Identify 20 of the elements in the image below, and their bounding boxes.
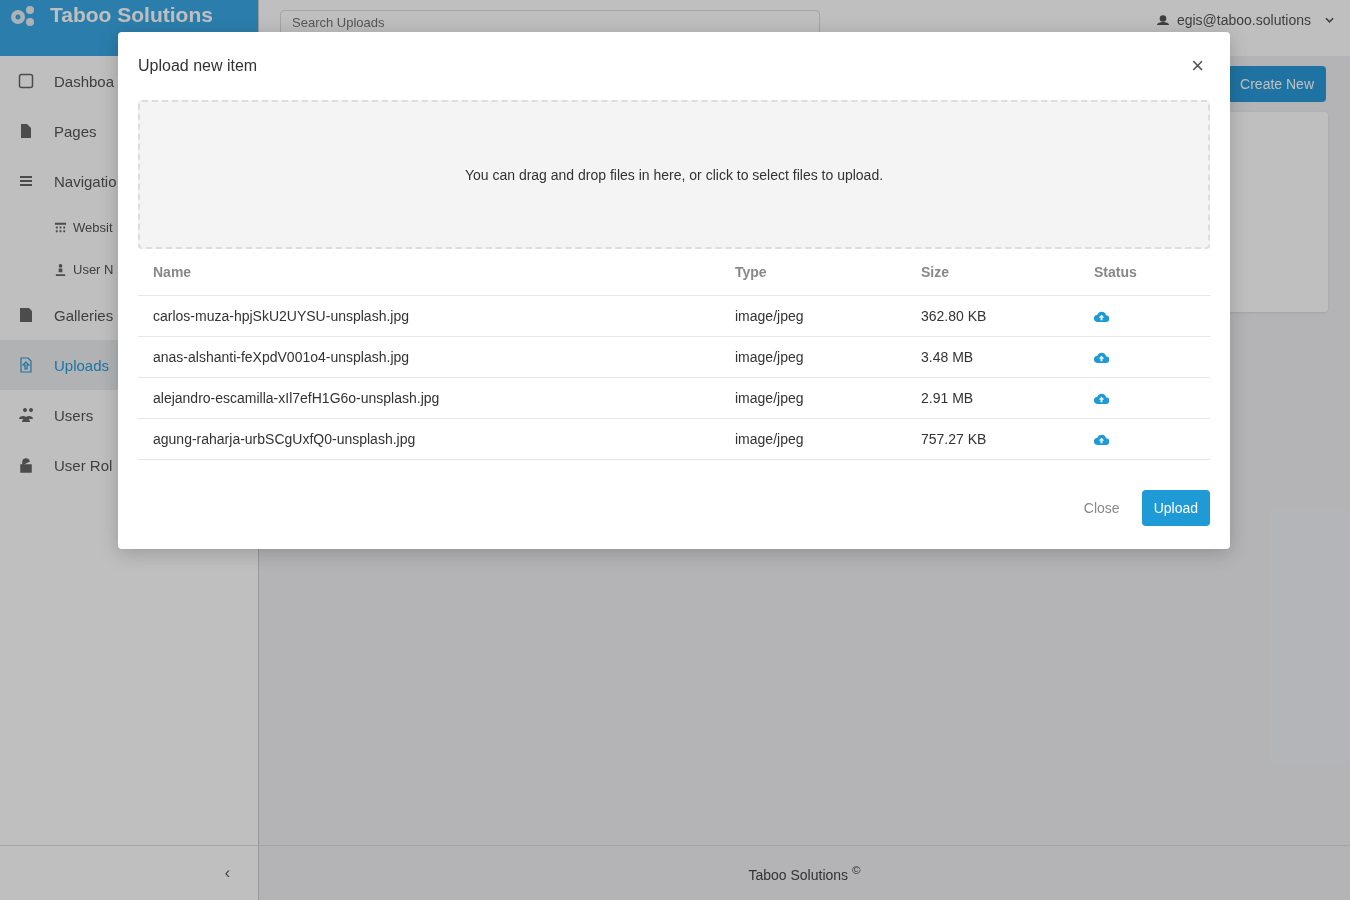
- file-name-cell: alejandro-escamilla-xIl7efH1G6o-unsplash.jpg: [138, 377, 720, 419]
- file-name-cell: agung-raharja-urbSCgUxfQ0-unsplash.jpg: [138, 418, 720, 460]
- dialog-title: Upload new item: [138, 57, 258, 75]
- file-size-cell: 362.80 KB: [906, 295, 1079, 337]
- file-name-cell: carlos-muza-hpjSkU2UYSU-unsplash.jpg: [138, 295, 720, 337]
- file-size-cell: 757.27 KB: [906, 418, 1079, 460]
- file-size-cell: 2.91 MB: [906, 377, 1079, 419]
- column-header: Type: [720, 249, 906, 296]
- file-name-cell: anas-alshanti-feXpdV001o4-unsplash.jpg: [138, 336, 720, 378]
- column-header: Name: [138, 249, 720, 296]
- footer-text: Taboo Solutions $^{©}$: [748, 863, 861, 883]
- column-header: Size: [906, 249, 1079, 296]
- file-type-cell: image/jpeg: [720, 377, 906, 419]
- file-size-cell: 3.48 MB: [906, 336, 1079, 378]
- drop-zone-text: You can drag and drop files in here, or click to select files to upload.: [464, 166, 884, 183]
- file-type-cell: image/jpeg: [720, 418, 906, 460]
- file-type-cell: image/jpeg: [720, 336, 906, 378]
- column-header: Status: [1079, 249, 1210, 296]
- brand-title: Taboo Solutions: [50, 3, 213, 27]
- file-type-cell: image/jpeg: [720, 295, 906, 337]
